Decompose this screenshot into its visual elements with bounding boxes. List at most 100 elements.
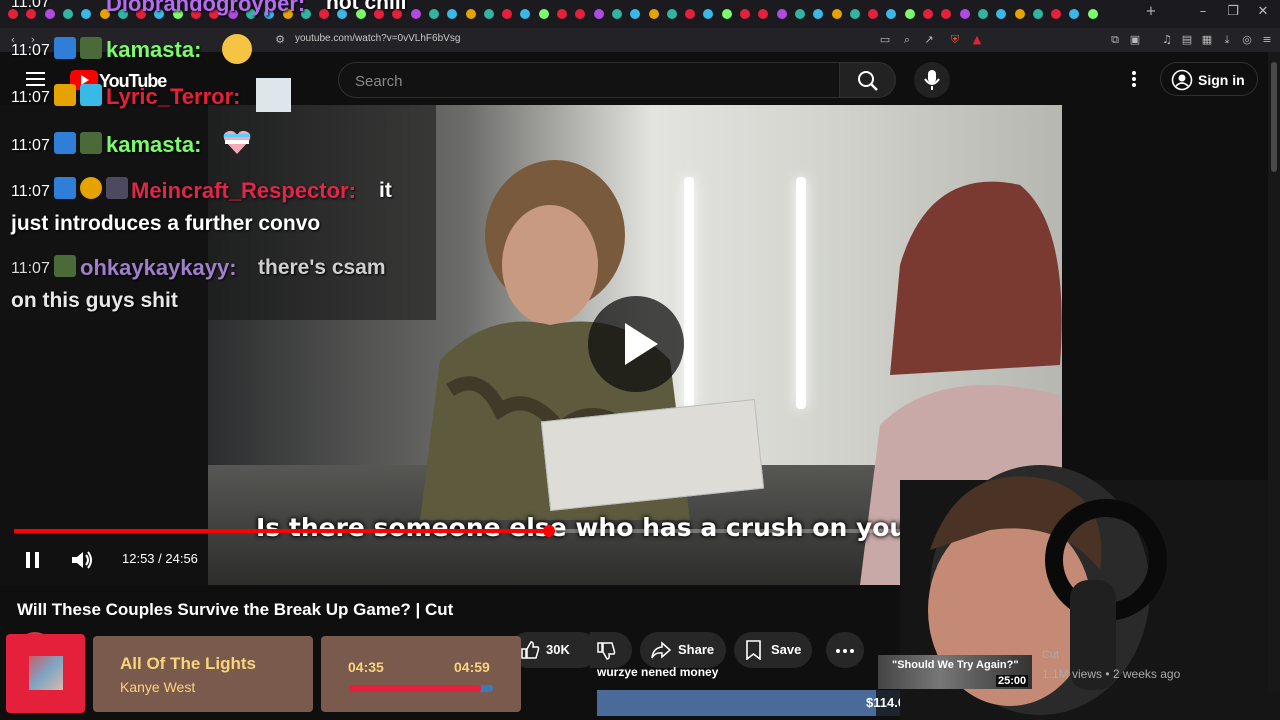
donation-goal-fill <box>597 690 877 716</box>
video-progress-bar[interactable] <box>14 525 1048 537</box>
now-playing-progress-bar <box>349 685 493 692</box>
chat-timestamp: 11:07 <box>11 42 50 59</box>
browser-tab[interactable] <box>923 9 933 19</box>
browser-tab[interactable] <box>648 9 659 19</box>
browser-tab[interactable] <box>721 9 732 19</box>
chat-timestamp: 11:07 <box>11 89 50 106</box>
light-tube <box>796 177 806 409</box>
share-page-icon[interactable]: ↗ <box>922 33 936 47</box>
browser-tab[interactable] <box>1087 9 1098 19</box>
chat-username: kamasta: <box>106 37 202 62</box>
browser-tab[interactable] <box>593 9 604 19</box>
vpn-icon[interactable]: ◎ <box>1240 33 1254 47</box>
video-progress-fill <box>14 529 549 533</box>
video-progress-handle[interactable] <box>542 525 555 537</box>
save-button[interactable]: Save <box>734 632 812 668</box>
chat-message: just introduces a further convo <box>11 212 321 235</box>
pause-icon[interactable] <box>24 551 42 569</box>
browser-tab[interactable] <box>465 9 476 19</box>
voice-search-button[interactable] <box>914 62 950 98</box>
search-button[interactable] <box>840 62 896 98</box>
user-badge-icon <box>80 37 102 59</box>
bookmark-icon <box>746 640 761 660</box>
browser-tab[interactable] <box>1032 9 1043 19</box>
search-icon <box>858 71 878 91</box>
volume-icon[interactable] <box>70 549 94 571</box>
menu-icon[interactable]: ≡ <box>1260 33 1274 47</box>
page-scrollbar[interactable] <box>1268 52 1280 692</box>
anime-emote-icon <box>256 78 291 112</box>
browser-tab[interactable] <box>776 9 787 19</box>
reader-icon[interactable]: ▤ <box>1180 33 1194 47</box>
browser-tab[interactable] <box>959 9 970 19</box>
chat-username: Lyric_Terror: <box>106 84 241 109</box>
user-badge-icon <box>54 255 76 277</box>
chat-message: it <box>379 179 392 202</box>
browser-tab[interactable] <box>831 9 842 19</box>
browser-tab[interactable] <box>849 9 860 19</box>
browser-tab[interactable] <box>666 9 677 19</box>
chat-username: ohkaykaykayy: <box>80 255 237 280</box>
donation-goal-label: wurzye nened money <box>597 665 719 679</box>
chat-timestamp: 11:07 <box>11 260 50 277</box>
chat-timestamp: 11:07 <box>11 137 50 154</box>
more-actions-button[interactable] <box>826 632 864 668</box>
like-count: 30K <box>546 642 570 657</box>
microphone-icon <box>924 70 940 90</box>
wallet-icon[interactable]: ▦ <box>1200 33 1214 47</box>
chat-message: there's csam <box>258 256 386 279</box>
recommended-thumbnail-text: "Should We Try Again?" <box>892 659 1019 671</box>
stream-chat-overlay: 11:07 Diobrandogroyper: not chill 11:07 … <box>0 0 436 320</box>
browser-tab[interactable] <box>1014 9 1025 19</box>
more-options-icon[interactable] <box>1128 70 1140 90</box>
now-playing-artist: Kanye West <box>120 679 196 695</box>
video-caption: Is there someone else who has a crush on… <box>256 513 973 542</box>
rewards-icon[interactable]: ▲ <box>970 33 984 47</box>
sign-in-button[interactable]: Sign in <box>1160 62 1258 96</box>
browser-tab[interactable] <box>483 9 494 19</box>
browser-tab[interactable] <box>904 9 915 19</box>
chat-timestamp: 11:07 <box>11 0 50 11</box>
play-button[interactable] <box>588 296 684 392</box>
chat-message: not chill <box>326 0 407 14</box>
video-time-display: 12:53 / 24:56 <box>122 551 198 566</box>
chat-message: on this guys shit <box>11 289 178 312</box>
share-label: Share <box>678 642 715 657</box>
recommended-channel[interactable]: Cut <box>1042 649 1059 661</box>
trans-heart-emote-icon <box>223 130 251 154</box>
scrollbar-thumb[interactable] <box>1271 62 1277 172</box>
user-badge-icon <box>80 132 102 154</box>
smiling-face-emote-icon <box>222 34 252 64</box>
like-button[interactable]: 30K <box>510 632 598 668</box>
media-icon[interactable]: ♫ <box>1160 33 1174 47</box>
brave-shield-icon[interactable]: ⛨ <box>948 33 962 47</box>
browser-tab[interactable] <box>557 9 567 19</box>
close-icon[interactable]: ✕ <box>1248 4 1278 24</box>
browser-tab[interactable] <box>740 9 750 19</box>
chat-username: Meincraft_Respector: <box>131 178 356 203</box>
browser-tab[interactable] <box>794 9 805 19</box>
downloads-icon[interactable]: ⤓ <box>1220 33 1234 47</box>
browser-tab[interactable] <box>611 9 622 19</box>
screen-icon[interactable]: ▭ <box>878 33 892 47</box>
maximize-icon[interactable]: ❐ <box>1218 4 1248 24</box>
now-playing-song: All Of The Lights <box>120 654 256 673</box>
hammer-badge-icon <box>54 177 76 199</box>
zoom-icon[interactable]: ⌕ <box>900 33 914 47</box>
browser-tab[interactable] <box>977 9 988 19</box>
chat-username: kamasta: <box>106 132 202 157</box>
share-button[interactable]: Share <box>640 632 726 668</box>
minimize-icon[interactable]: – <box>1188 4 1218 24</box>
sidebar-icon[interactable]: ▣ <box>1128 33 1142 47</box>
new-tab-icon[interactable]: + <box>1136 4 1166 24</box>
now-playing-progress-fill <box>349 685 482 692</box>
now-playing-elapsed: 04:35 <box>348 659 384 675</box>
sub-badge-icon <box>80 177 102 199</box>
hammer-badge-icon <box>54 132 76 154</box>
browser-tab[interactable] <box>538 9 549 19</box>
thumbs-down-icon <box>597 642 616 660</box>
hammer-badge-icon <box>54 37 76 59</box>
extensions-icon[interactable]: ⧉ <box>1108 33 1122 47</box>
thumbs-up-icon <box>521 641 540 659</box>
dislike-button[interactable] <box>590 632 632 668</box>
